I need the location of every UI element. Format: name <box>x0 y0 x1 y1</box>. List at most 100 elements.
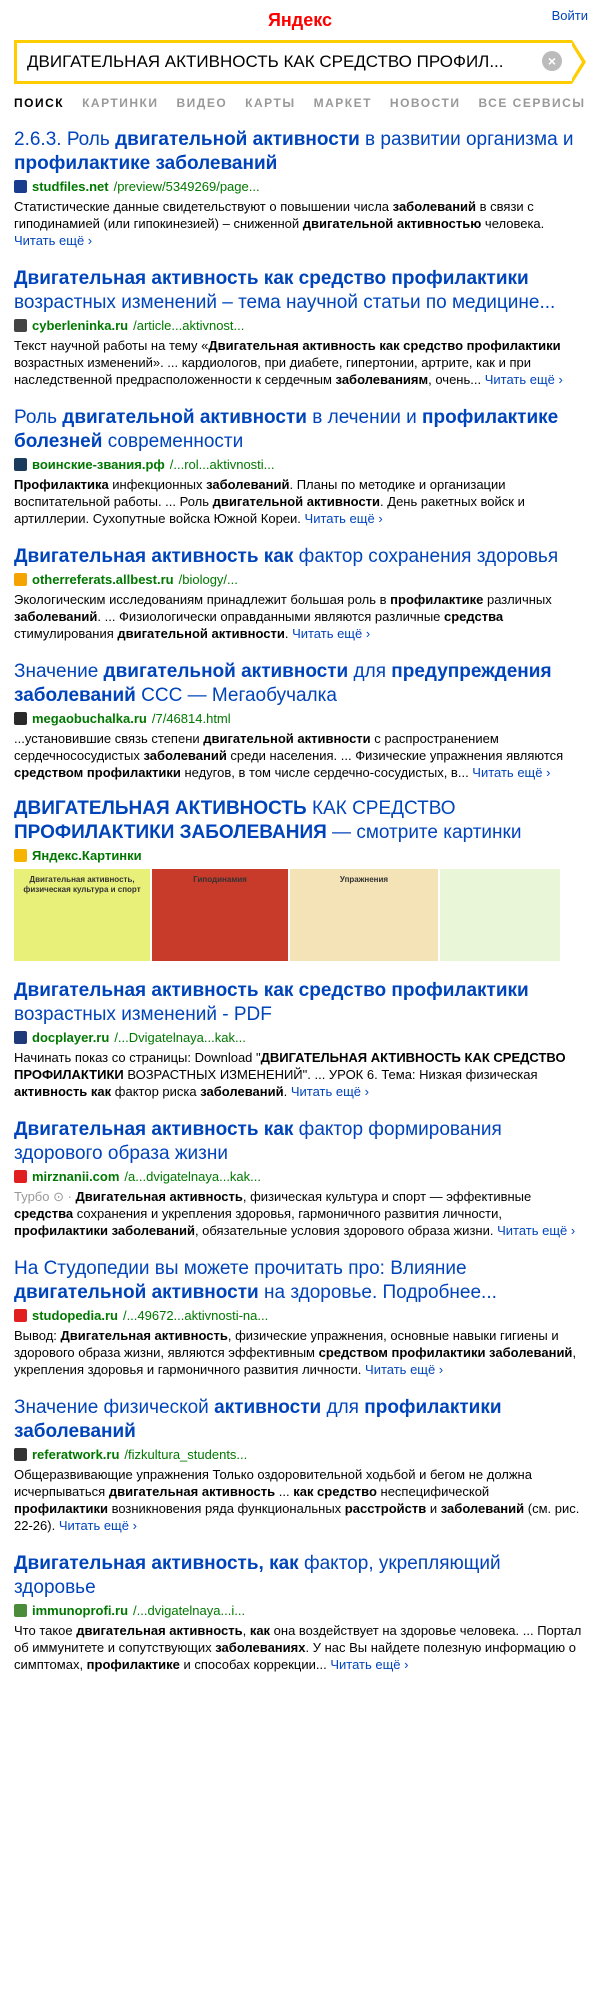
plain-text: фактор сохранения здоровья <box>293 546 559 567</box>
highlight-text: Двигательная активность как средство про… <box>208 338 561 353</box>
result-title-link[interactable]: Двигательная активность как средство про… <box>14 267 586 315</box>
plain-text: фактор риска <box>111 1084 201 1099</box>
tab-2[interactable]: ВИДЕО <box>176 96 227 110</box>
read-more-link[interactable]: Читать ещё › <box>14 233 92 248</box>
tab-4[interactable]: МАРКЕТ <box>314 96 372 110</box>
result-url: immunoprofi.ru /...dvigatelnaya...i... <box>14 1603 586 1618</box>
result-domain-link[interactable]: studfiles.net <box>32 179 109 194</box>
plain-text: Что такое <box>14 1623 77 1638</box>
highlight-text: двигательная активность <box>108 1484 276 1499</box>
plain-text: , физическая культура и спорт — эффектив… <box>242 1189 532 1204</box>
clear-icon[interactable]: × <box>542 51 562 71</box>
highlight-text: Двигательная активность <box>60 1328 228 1343</box>
yandex-logo[interactable]: Яндекс <box>0 10 600 31</box>
search-input[interactable] <box>27 52 547 72</box>
highlight-text: двигательная активность <box>76 1623 243 1638</box>
highlight-text: двигательной активностью <box>302 216 482 231</box>
image-thumbnail[interactable]: Двигательная активность, физическая куль… <box>14 869 150 961</box>
result-domain-link[interactable]: docplayer.ru <box>32 1030 109 1045</box>
highlight-text: активности <box>214 1397 322 1418</box>
highlight-text: заболеваний <box>440 1501 525 1516</box>
highlight-text: как средство <box>293 1484 377 1499</box>
plain-text: и способах коррекции... <box>179 1657 331 1672</box>
result-domain-link[interactable]: referatwork.ru <box>32 1447 119 1462</box>
tab-0[interactable]: ПОИСК <box>14 96 64 110</box>
plain-text: 2.6.3. Роль <box>14 129 116 150</box>
tab-3[interactable]: КАРТЫ <box>245 96 295 110</box>
result-title-link[interactable]: Значение физической активности для профи… <box>14 1396 586 1444</box>
image-thumbnail[interactable]: Гиподинамия <box>152 869 288 961</box>
search-result: Двигательная активность как фактор сохра… <box>14 545 586 642</box>
highlight-text: заболеваний <box>14 609 98 624</box>
images-source-link[interactable]: Яндекс.Картинки <box>32 848 142 863</box>
plain-text: . <box>283 1084 291 1099</box>
read-more-link[interactable]: Читать ещё › <box>330 1657 408 1672</box>
cyberleninka-icon <box>14 319 27 332</box>
result-title-link[interactable]: На Студопедии вы можете прочитать про: В… <box>14 1257 586 1305</box>
result-title-link[interactable]: Значение двигательной активности для пре… <box>14 660 586 708</box>
plain-text: в лечении и <box>306 407 422 428</box>
plain-text: Значение <box>14 661 104 682</box>
result-title-link[interactable]: Роль двигательной активности в лечении и… <box>14 406 586 454</box>
checkmark-icon <box>14 1170 27 1183</box>
highlight-text: двигательной активности <box>62 407 307 428</box>
result-path: /...rol...aktivnosti... <box>169 457 275 472</box>
highlight-text: заболеваний <box>392 199 477 214</box>
image-thumbnail[interactable]: Упражнения <box>290 869 438 961</box>
plain-text: возрастных изменений - PDF <box>14 1004 272 1025</box>
images-title-link[interactable]: ДВИГАТЕЛЬНАЯ АКТИВНОСТЬ КАК СРЕДСТВО ПРО… <box>14 797 586 845</box>
read-more-link[interactable]: Читать ещё › <box>472 765 550 780</box>
read-more-link[interactable]: Читать ещё › <box>365 1362 443 1377</box>
plain-text: неспецифической <box>376 1484 490 1499</box>
tab-1[interactable]: КАРТИНКИ <box>82 96 158 110</box>
result-domain-link[interactable]: megaobuchalka.ru <box>32 711 147 726</box>
tab-6[interactable]: ВСЕ СЕРВИСЫ <box>478 96 585 110</box>
search-result: Двигательная активность как средство про… <box>14 979 586 1100</box>
result-domain-link[interactable]: otherreferats.allbest.ru <box>32 572 174 587</box>
read-more-link[interactable]: Читать ещё › <box>497 1223 575 1238</box>
header: Яндекс Войти <box>0 0 600 38</box>
highlight-text: двигательной активности <box>103 661 349 682</box>
result-url: studopedia.ru /...49672...aktivnosti-na..… <box>14 1308 586 1323</box>
highlight-text: двигательной активности <box>117 626 285 641</box>
result-snippet: Турбо ⊙ · Двигательная активность, физич… <box>14 1188 586 1239</box>
login-link[interactable]: Войти <box>552 8 588 23</box>
result-url: megaobuchalka.ru/7/46814.html <box>14 711 586 726</box>
result-title-link[interactable]: Двигательная активность как фактор сохра… <box>14 545 586 569</box>
result-path: /7/46814.html <box>151 711 231 726</box>
plain-text: , <box>242 1623 250 1638</box>
result-title-link[interactable]: 2.6.3. Роль двигательной активности в ра… <box>14 128 586 176</box>
result-domain-link[interactable]: cyberleninka.ru <box>32 318 128 333</box>
megaobuchalka-icon <box>14 712 27 725</box>
plain-text: и <box>426 1501 441 1516</box>
logo-text: Яндекс <box>267 10 333 30</box>
plain-text: для <box>348 661 392 682</box>
read-more-link[interactable]: Читать ещё › <box>485 372 563 387</box>
search-result: Двигательная активность, как фактор, укр… <box>14 1552 586 1673</box>
turbo-badge[interactable]: Турбо ⊙ · <box>14 1189 76 1204</box>
plain-text: сохранения и укрепления здоровья, гармон… <box>73 1206 502 1221</box>
result-path: /fizkultura_students... <box>124 1447 248 1462</box>
read-more-link[interactable]: Читать ещё › <box>59 1518 137 1533</box>
read-more-link[interactable]: Читать ещё › <box>291 1084 369 1099</box>
read-more-link[interactable]: Читать ещё › <box>292 626 370 641</box>
result-snippet: Экологическим исследованиям принадлежит … <box>14 591 586 642</box>
plain-text: различных <box>483 592 552 607</box>
result-domain-link[interactable]: immunoprofi.ru <box>32 1603 128 1618</box>
result-title-link[interactable]: Двигательная активность как средство про… <box>14 979 586 1027</box>
result-domain-link[interactable]: воинские-звания.рф <box>32 457 165 472</box>
result-title-link[interactable]: Двигательная активность как фактор форми… <box>14 1118 586 1166</box>
highlight-text: профилактике заболеваний <box>14 153 278 174</box>
result-title-link[interactable]: Двигательная активность, как фактор, укр… <box>14 1552 586 1600</box>
result-domain-link[interactable]: mirznanii.com <box>32 1169 119 1184</box>
tab-5[interactable]: НОВОСТИ <box>390 96 461 110</box>
result-url: referatwork.ru/fizkultura_students... <box>14 1447 586 1462</box>
image-thumbnail[interactable] <box>440 869 560 961</box>
plain-text: недугов, в том числе сердечно-сосудистых… <box>180 765 473 780</box>
result-snippet: Начинать показ со страницы: Download "ДВ… <box>14 1049 586 1100</box>
plain-text: ССС — Мегаобучалка <box>135 685 337 706</box>
read-more-link[interactable]: Читать ещё › <box>305 511 383 526</box>
result-domain-link[interactable]: studopedia.ru <box>32 1308 118 1323</box>
plain-text: , обязательные условия здорового образа … <box>194 1223 498 1238</box>
service-tabs: ПОИСК КАРТИНКИ ВИДЕО КАРТЫ МАРКЕТ НОВОСТИ ВСЕ … <box>0 84 600 118</box>
